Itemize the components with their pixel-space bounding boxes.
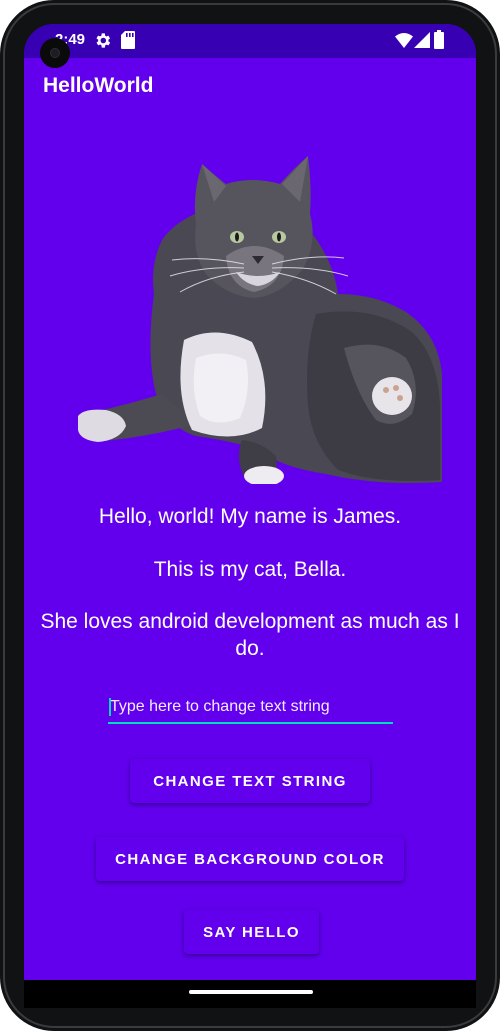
change-text-string-button[interactable]: CHANGE TEXT STRING bbox=[130, 759, 370, 803]
status-bar: 2:49 bbox=[24, 24, 476, 58]
phone-frame: 2:49 HelloWorld Hello, world! My name is… bbox=[0, 0, 500, 1031]
cat-photo bbox=[78, 156, 442, 484]
cat-intro-text: This is my cat, Bella. bbox=[153, 558, 347, 581]
wifi-icon bbox=[395, 32, 413, 53]
text-string-input[interactable] bbox=[108, 694, 393, 720]
say-hello-button[interactable]: SAY HELLO bbox=[184, 910, 319, 954]
android-love-text: She loves android development as much as… bbox=[40, 610, 460, 660]
change-background-color-button[interactable]: CHANGE BACKGROUND COLOR bbox=[96, 837, 404, 881]
text-cursor bbox=[109, 698, 111, 716]
sd-card-icon bbox=[121, 31, 135, 54]
front-camera bbox=[40, 38, 70, 68]
battery-icon bbox=[434, 30, 444, 54]
cellular-signal-icon bbox=[414, 32, 430, 53]
app-title: HelloWorld bbox=[43, 74, 154, 97]
settings-gear-icon bbox=[93, 31, 112, 55]
text-string-field[interactable] bbox=[108, 694, 393, 724]
home-gesture-handle[interactable] bbox=[189, 990, 313, 994]
navigation-bar bbox=[24, 980, 476, 1008]
greeting-text: Hello, world! My name is James. bbox=[98, 505, 402, 528]
app-screen: 2:49 HelloWorld Hello, world! My name is… bbox=[24, 24, 476, 980]
